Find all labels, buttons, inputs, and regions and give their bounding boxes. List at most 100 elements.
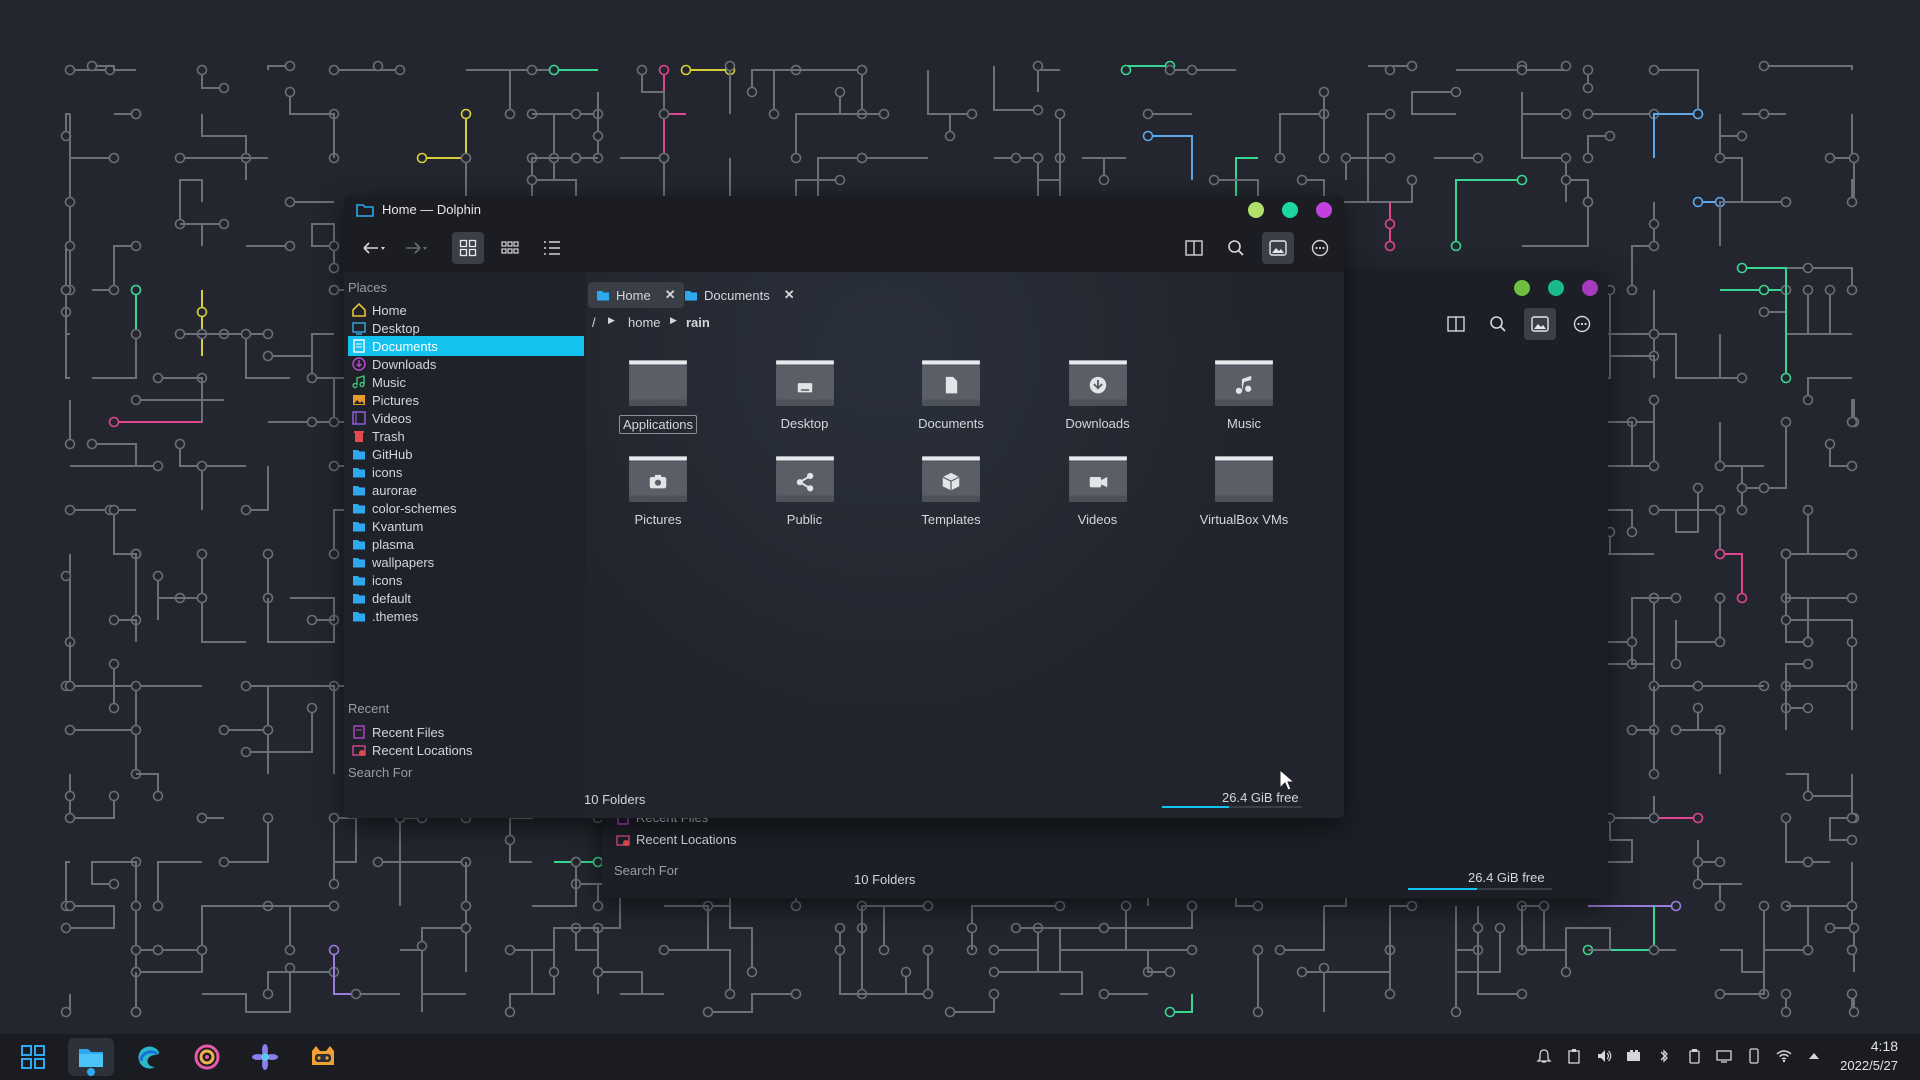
folder-label: Templates <box>921 512 981 527</box>
folder-item[interactable]: Templates <box>881 448 1021 528</box>
battery-icon <box>1627 1050 1640 1061</box>
place-item-downloads[interactable]: Downloads <box>348 354 584 374</box>
place-item-themes[interactable]: .themes <box>348 606 584 626</box>
close-button[interactable] <box>1316 202 1332 218</box>
active-indicator <box>87 1068 95 1076</box>
place-item-default[interactable]: default <box>348 588 584 608</box>
place-item-github[interactable]: GitHub <box>348 444 584 464</box>
menu-button[interactable] <box>1566 308 1598 340</box>
search-button[interactable] <box>1220 232 1252 264</box>
recent-label: Recent Files <box>372 724 445 740</box>
taskbar-app[interactable] <box>10 1038 56 1076</box>
title-bar[interactable]: Home — Dolphin <box>344 196 1344 224</box>
recent-item-0[interactable]: Recent Files <box>348 722 584 742</box>
taskbar-app[interactable] <box>126 1038 172 1076</box>
breadcrumb-current[interactable]: rain <box>686 315 710 330</box>
clock-time: 4:18 <box>1870 1038 1898 1054</box>
place-item-home[interactable]: Home <box>348 300 584 320</box>
taskbar-app[interactable] <box>300 1038 346 1076</box>
close-button[interactable] <box>1582 280 1598 296</box>
split-view-button[interactable] <box>1440 308 1472 340</box>
arrow-right-icon <box>406 242 427 254</box>
folder-item[interactable]: Documents <box>881 352 1021 432</box>
place-item-kvantum[interactable]: Kvantum <box>348 516 584 536</box>
preview-button[interactable] <box>1524 308 1556 340</box>
music-player-icon <box>194 1044 220 1070</box>
recent-locations-item[interactable]: Recent Locations <box>616 832 736 847</box>
place-item-icons[interactable]: icons <box>348 570 584 590</box>
taskbar-app[interactable] <box>242 1038 288 1076</box>
tray-item[interactable] <box>1656 1048 1672 1067</box>
folder-item[interactable]: Music <box>1174 352 1314 432</box>
place-item-desktop[interactable]: Desktop <box>348 318 584 338</box>
back-button[interactable] <box>352 232 390 264</box>
cat-app-icon <box>312 1046 334 1065</box>
place-label: Kvantum <box>372 518 424 534</box>
preview-button[interactable] <box>1262 232 1294 264</box>
folder-item[interactable]: Desktop <box>735 352 875 432</box>
forward-button[interactable] <box>396 232 434 264</box>
taskbar-app[interactable] <box>184 1038 230 1076</box>
clock[interactable]: 4:18 2022/5/27 <box>1840 1037 1898 1075</box>
tray-item[interactable] <box>1806 1048 1822 1067</box>
place-label: aurorae <box>372 482 417 498</box>
maximize-button[interactable] <box>1282 202 1298 218</box>
folder-label: Music <box>1227 416 1261 431</box>
tray-item[interactable] <box>1776 1048 1792 1067</box>
place-label: Desktop <box>372 320 420 336</box>
desktop-icon <box>352 321 366 335</box>
place-item-videos[interactable]: Videos <box>348 408 584 428</box>
minimize-button[interactable] <box>1514 280 1530 296</box>
maximize-button[interactable] <box>1548 280 1564 296</box>
place-label: icons <box>372 464 403 480</box>
tray-item[interactable] <box>1716 1048 1732 1067</box>
folder-item[interactable]: Downloads <box>1028 352 1168 432</box>
menu-button[interactable] <box>1304 232 1336 264</box>
folder-item[interactable]: VirtualBox VMs <box>1174 448 1314 528</box>
split-view-button[interactable] <box>1178 232 1210 264</box>
tray-item[interactable] <box>1596 1048 1612 1067</box>
place-item-music[interactable]: Music <box>348 372 584 392</box>
tray-item[interactable] <box>1746 1048 1762 1067</box>
icons-view-button[interactable] <box>452 232 484 264</box>
expand-tray-icon <box>1809 1053 1819 1059</box>
place-item-pictures[interactable]: Pictures <box>348 390 584 410</box>
volume-icon <box>1598 1050 1612 1062</box>
close-tab-icon[interactable]: ✕ <box>665 287 676 303</box>
place-item-documents[interactable]: Documents <box>348 336 584 356</box>
folder-label: Downloads <box>1065 416 1130 431</box>
close-tab-icon[interactable]: ✕ <box>784 287 795 303</box>
arrow-left-icon <box>363 242 385 254</box>
tray-item[interactable] <box>1566 1048 1582 1067</box>
taskbar-app[interactable] <box>68 1038 114 1076</box>
folder-item[interactable]: Public <box>735 448 875 528</box>
disk-usage-bar <box>1408 888 1552 890</box>
breadcrumb-root[interactable]: / <box>592 315 596 330</box>
dolphin-folder-icon <box>356 204 374 217</box>
place-item-plasma[interactable]: plasma <box>348 534 584 554</box>
compact-view-button[interactable] <box>494 232 526 264</box>
folder-item[interactable]: Pictures <box>588 448 728 528</box>
recent-locations-icon <box>352 743 366 757</box>
folder-item[interactable]: Videos <box>1028 448 1168 528</box>
tray-item[interactable] <box>1686 1048 1702 1067</box>
place-item-icons[interactable]: icons <box>348 462 584 482</box>
search-button[interactable] <box>1482 308 1514 340</box>
folder-item[interactable]: Applications <box>588 352 728 434</box>
place-item-trash[interactable]: Trash <box>348 426 584 446</box>
details-view-button[interactable] <box>536 232 568 264</box>
dolphin-window[interactable]: Home — Dolphin Places Home Desktop Docum… <box>344 196 1344 818</box>
place-item-aurorae[interactable]: aurorae <box>348 480 584 500</box>
place-item-color-schemes[interactable]: color-schemes <box>348 498 584 518</box>
breadcrumb-home[interactable]: home <box>628 315 661 330</box>
content-area[interactable]: Home ✕ Documents ✕ / ▶ home ▶ rain Appli… <box>584 272 1344 818</box>
tab-home[interactable]: Home ✕ <box>588 282 684 308</box>
place-item-wallpapers[interactable]: wallpapers <box>348 552 584 572</box>
tray-item[interactable] <box>1626 1048 1642 1067</box>
folder-icon <box>1028 352 1168 413</box>
tray-item[interactable] <box>1536 1048 1552 1067</box>
recent-item-1[interactable]: Recent Locations <box>348 740 584 760</box>
minimize-button[interactable] <box>1248 202 1264 218</box>
tab-documents[interactable]: Documents ✕ <box>676 282 803 308</box>
dolphin-icon <box>79 1049 103 1067</box>
